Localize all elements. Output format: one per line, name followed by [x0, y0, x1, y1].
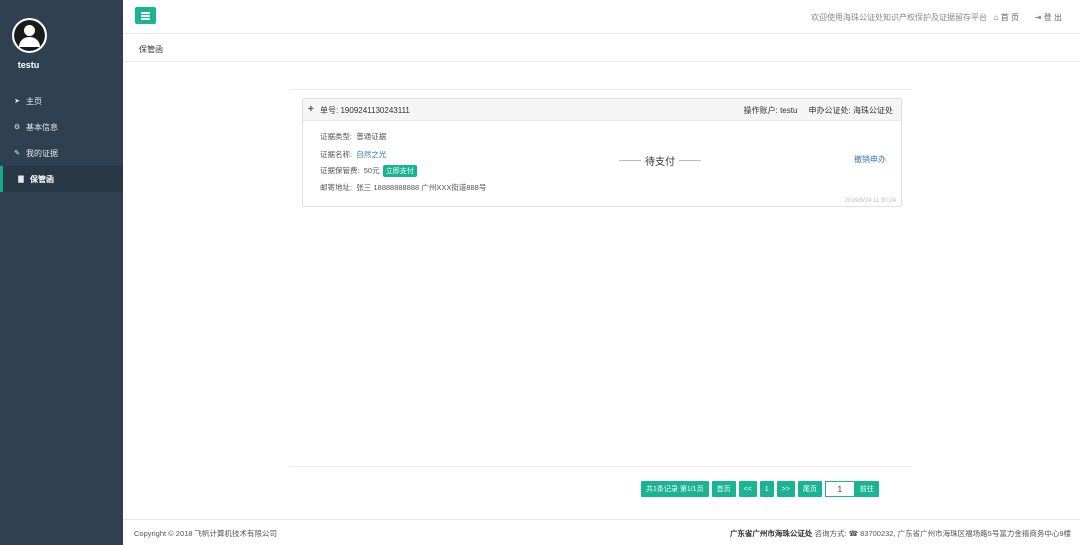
footer: Copyright © 2018 飞帆计算机技术有限公司 广东省广州市海珠公证处…	[123, 519, 1080, 545]
last-page-button[interactable]: 尾页	[797, 481, 822, 497]
order-label: 单号:	[320, 106, 339, 115]
page-heading: 保管函	[123, 34, 1080, 62]
contact-info: 广东省广州市海珠公证处 咨询方式: ☎ 83700232, 广东省广州市海珠区福…	[730, 528, 1071, 539]
fee-row: 证据保管费: 50元 立即支付	[320, 165, 417, 177]
status-text: 待支付	[645, 157, 675, 168]
evidence-type-label: 证据类型:	[320, 132, 353, 141]
org-name: 广东省广州市海珠公证处	[729, 529, 813, 538]
gear-icon: ⚙	[13, 124, 21, 131]
sidebar-item-label: 主页	[26, 96, 42, 106]
evidence-type-value: 普通证据	[356, 132, 387, 141]
send-icon: ➤	[14, 98, 20, 105]
divider	[290, 89, 912, 90]
record-header: ✚ 单号: 1909241130243111 操作账户: testu 申办公证处…	[303, 99, 901, 121]
sidebar-nav: ➤ 主页 ⚙ 基本信息 ✎ 我的证据 ▇ 保管函	[0, 88, 123, 192]
address-label: 邮寄地址:	[320, 183, 353, 192]
payment-status: 待支付	[615, 153, 705, 168]
go-button[interactable]: 前往	[854, 481, 879, 497]
pagination-summary: 共1条记录 第1/1页	[641, 481, 709, 497]
wrench-icon: ✎	[14, 150, 20, 157]
user-avatar-icon	[14, 20, 45, 51]
address-row: 邮寄地址: 张三 18888888888 广州XXX街道888号	[320, 182, 486, 193]
home-icon: ⌂	[993, 13, 999, 22]
menu-toggle-button[interactable]	[135, 7, 156, 24]
evidence-type-row: 证据类型: 普通证据	[320, 131, 386, 142]
current-page-button[interactable]: 1	[759, 481, 774, 497]
sidebar-item-my-evidence[interactable]: ✎ 我的证据	[0, 140, 123, 166]
custody-record-card: ✚ 单号: 1909241130243111 操作账户: testu 申办公证处…	[302, 98, 902, 207]
evidence-name-link[interactable]: 自然之光	[356, 150, 386, 159]
avatar[interactable]	[12, 18, 47, 53]
document-icon: ▇	[18, 176, 24, 183]
next-page-button[interactable]: >>	[776, 481, 795, 497]
cancel-application-link[interactable]: 撤销申办	[854, 154, 886, 165]
logout-icon: ⇥	[1034, 13, 1042, 22]
first-page-button[interactable]: 首页	[711, 481, 736, 497]
divider	[290, 466, 912, 467]
operator-value: testu	[780, 106, 798, 115]
contact-text: 咨询方式: ☎ 83700232, 广东省广州市海珠区福场路5号富力金禧商务中心…	[812, 529, 1071, 538]
sidebar-item-label: 保管函	[30, 174, 54, 184]
evidence-name-label: 证据名称:	[320, 150, 353, 159]
sidebar-item-basic-info[interactable]: ⚙ 基本信息	[0, 114, 123, 140]
record-body: 证据类型: 普通证据 证据名称: 自然之光 证据保管费: 50元 立即支付 邮寄…	[303, 121, 901, 207]
sidebar: testu ➤ 主页 ⚙ 基本信息 ✎ 我的证据 ▇ 保管函	[0, 0, 123, 545]
logout-link[interactable]: ⇥ 登 出	[1035, 12, 1062, 23]
main-content: ✚ 单号: 1909241130243111 操作账户: testu 申办公证处…	[123, 62, 1080, 519]
order-value: 1909241130243111	[340, 106, 410, 115]
sidebar-item-home[interactable]: ➤ 主页	[0, 88, 123, 114]
logout-link-label: 登 出	[1043, 13, 1062, 22]
sidebar-item-label: 基本信息	[26, 122, 58, 132]
record-timestamp: 2019/9/24 11:30:24	[844, 198, 896, 204]
office-value: 海珠公证处	[853, 106, 893, 115]
order-number: 单号: 1909241130243111	[320, 105, 410, 116]
sidebar-item-label: 我的证据	[26, 148, 58, 158]
page-number-input[interactable]	[824, 481, 855, 497]
username: testu	[17, 60, 40, 70]
fee-value: 50元	[363, 166, 380, 175]
fee-label: 证据保管费:	[320, 166, 360, 175]
home-link[interactable]: ⌂ 首 页	[994, 12, 1019, 23]
sidebar-item-custody-letter[interactable]: ▇ 保管函	[0, 166, 123, 192]
operator-label: 操作账户:	[743, 106, 778, 115]
welcome-text: 欢迎使用海珠公证处知识产权保护及证据留存平台	[811, 13, 987, 22]
prev-page-button[interactable]: <<	[738, 481, 757, 497]
copyright-text: Copyright © 2018 飞帆计算机技术有限公司	[134, 529, 278, 538]
evidence-name-row: 证据名称: 自然之光	[320, 149, 386, 160]
page-title: 保管函	[139, 45, 163, 54]
office-label: 申办公证处:	[808, 106, 851, 115]
pin-icon: ✚	[308, 106, 314, 113]
pay-now-button[interactable]: 立即支付	[382, 165, 417, 177]
pagination: 共1条记录 第1/1页 首页 << 1 >> 尾页 前往	[641, 481, 882, 497]
home-link-label: 首 页	[1000, 13, 1019, 22]
address-value: 张三 18888888888 广州XXX街道888号	[356, 183, 487, 192]
top-navbar: 欢迎使用海珠公证处知识产权保护及证据留存平台 ⌂ 首 页 ⇥ 登 出	[123, 0, 1080, 34]
record-meta: 操作账户: testu 申办公证处: 海珠公证处	[744, 105, 893, 116]
